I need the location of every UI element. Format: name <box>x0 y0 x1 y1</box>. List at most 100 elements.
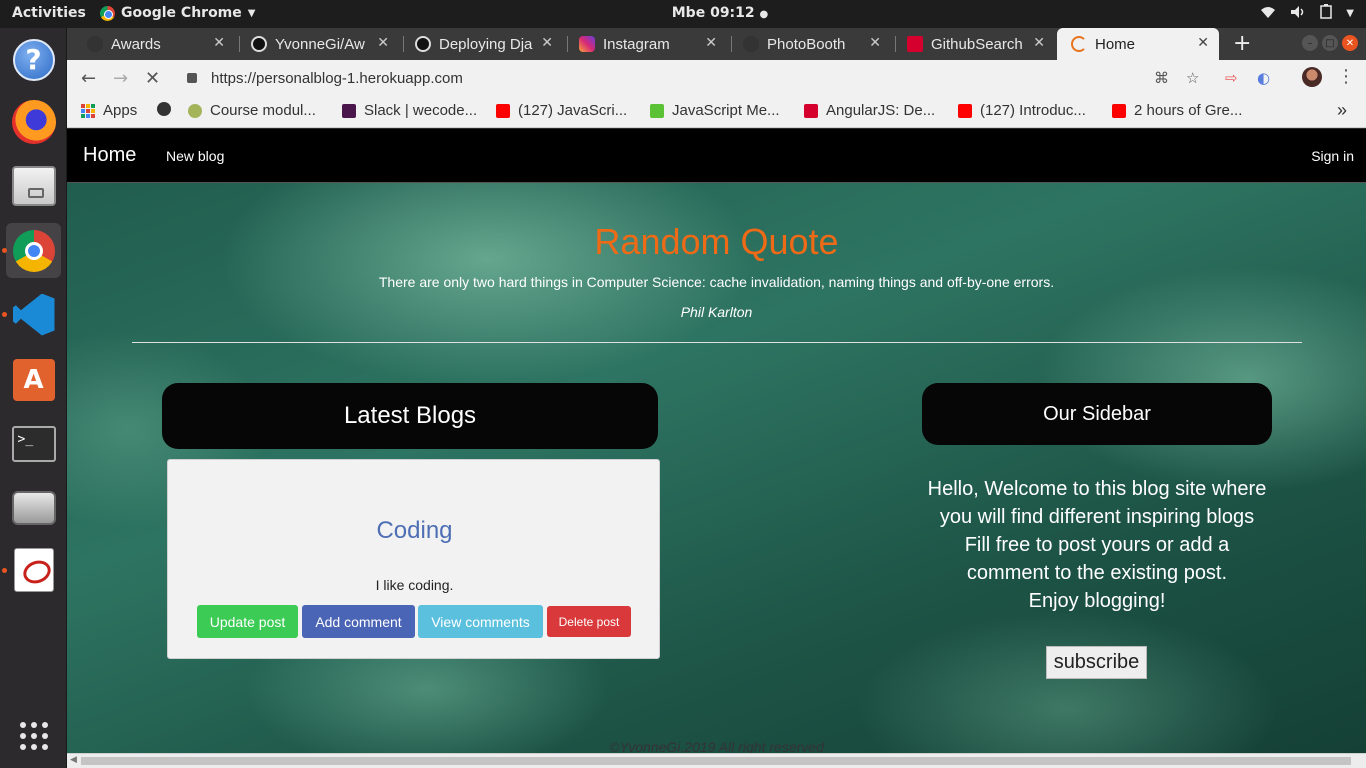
bookmark-angularjs[interactable]: AngularJS: De... <box>804 102 935 119</box>
bookmark-label: JavaScript Me... <box>672 102 780 119</box>
github-icon <box>415 36 431 52</box>
scrollbar-thumb[interactable] <box>81 757 1351 765</box>
stop-loading-icon[interactable]: ✕ <box>145 68 160 89</box>
close-icon[interactable]: ✕ <box>1033 35 1045 51</box>
delete-post-button[interactable]: Delete post <box>547 606 631 637</box>
maximize-icon[interactable]: □ <box>1322 35 1338 51</box>
close-icon[interactable]: ✕ <box>541 35 553 51</box>
bookmark-label: AngularJS: De... <box>826 102 936 119</box>
tab-github-repo[interactable]: YvonneGi/Aw ✕ <box>237 28 399 60</box>
bookmark-youtube-js[interactable]: (127) JavaScri... <box>496 102 627 119</box>
post-body: I like coding. <box>375 577 454 593</box>
tab-title: PhotoBooth <box>767 35 846 53</box>
globe-icon <box>157 102 171 116</box>
wifi-icon[interactable] <box>1260 5 1276 23</box>
menu-kebab-icon[interactable]: ⋮ <box>1337 66 1355 87</box>
sidebar-line: Enjoy blogging! <box>1028 590 1166 612</box>
apps-grid-icon <box>81 103 95 118</box>
site-favicon-icon <box>743 36 759 52</box>
bookmark-label: (127) Introduc... <box>980 102 1086 119</box>
scroll-left-icon[interactable]: ◀ <box>70 754 77 765</box>
site-navbar: Home New blog Sign in <box>67 129 1366 183</box>
close-icon[interactable]: ✕ <box>869 35 881 51</box>
notification-dot-icon: ● <box>759 9 769 20</box>
dock-document-viewer[interactable] <box>6 542 61 597</box>
bookmark-js-methods[interactable]: JavaScript Me... <box>650 102 780 119</box>
bookmark-youtube-intro[interactable]: (127) Introduc... <box>958 102 1086 119</box>
volume-icon[interactable] <box>1290 5 1306 23</box>
nav-new-blog-link[interactable]: New blog <box>166 148 224 164</box>
back-arrow-icon[interactable]: ← <box>81 68 96 89</box>
running-indicator <box>2 312 7 317</box>
sidebar-line: Hello, Welcome to this blog site where <box>927 478 1267 500</box>
bookmark-slack[interactable]: Slack | wecode... <box>342 102 477 119</box>
quote-heading: Random Quote <box>594 221 839 262</box>
files-icon <box>11 165 56 206</box>
scanner-icon <box>11 490 56 525</box>
tab-instagram[interactable]: Instagram ✕ <box>565 28 727 60</box>
sidebar-line: you will find different inspiring blogs <box>939 506 1255 528</box>
bookmark-youtube-hours[interactable]: 2 hours of Gre... <box>1112 102 1242 119</box>
angular-icon <box>804 103 818 118</box>
forward-arrow-icon[interactable]: → <box>113 68 128 89</box>
help-icon: ? <box>12 38 55 81</box>
nav-sign-in-link[interactable]: Sign in <box>1311 148 1354 164</box>
extension-icon[interactable]: ◐ <box>1257 69 1270 87</box>
minimize-icon[interactable]: – <box>1302 35 1318 51</box>
divider <box>132 342 1302 343</box>
close-icon[interactable]: ✕ <box>705 35 717 51</box>
bookmark-label: Course modul... <box>210 102 316 119</box>
battery-icon[interactable] <box>1320 4 1333 23</box>
extension-icon[interactable]: ⇨ <box>1225 69 1238 87</box>
close-icon[interactable]: ✕ <box>213 35 225 51</box>
youtube-icon <box>1112 103 1126 118</box>
tab-title: Instagram <box>603 35 670 53</box>
bookmark-globe[interactable] <box>157 102 171 116</box>
bookmark-star-icon[interactable]: ☆ <box>1186 69 1199 87</box>
vscode-icon <box>12 293 55 336</box>
close-icon[interactable]: ✕ <box>1197 35 1209 51</box>
dock-chrome[interactable] <box>6 223 61 278</box>
address-bar[interactable]: https://personalblog-1.herokuapp.com <box>177 64 1237 92</box>
system-tray[interactable]: ▼ <box>1260 4 1354 23</box>
tab-githubsearch[interactable]: GithubSearch ✕ <box>893 28 1055 60</box>
subscribe-button[interactable]: subscribe <box>1046 646 1147 679</box>
bookmark-apps[interactable]: Apps <box>81 102 137 119</box>
sidebar-heading: Our Sidebar <box>922 383 1272 445</box>
horizontal-scrollbar[interactable]: ◀ <box>67 753 1366 768</box>
view-comments-button[interactable]: View comments <box>418 605 543 638</box>
new-tab-button[interactable]: + <box>1233 31 1251 56</box>
browser-toolbar: ← → ✕ https://personalblog-1.herokuapp.c… <box>67 60 1366 96</box>
window-controls: – □ ✕ <box>1302 35 1358 51</box>
translate-icon[interactable]: ⌘ <box>1154 69 1169 87</box>
clock[interactable]: Mbe 09:12 ● <box>0 5 1366 21</box>
more-bookmarks-button[interactable]: » <box>1337 100 1347 121</box>
github-icon <box>251 36 267 52</box>
sidebar-line: comment to the existing post. <box>966 562 1228 584</box>
profile-avatar[interactable] <box>1302 67 1322 87</box>
tab-photobooth[interactable]: PhotoBooth ✕ <box>729 28 891 60</box>
tab-deploying[interactable]: Deploying Dja ✕ <box>401 28 563 60</box>
dock-terminal[interactable]: >_ <box>6 416 61 471</box>
web-page: Home New blog Sign in Random Quote There… <box>67 129 1366 768</box>
tab-awards[interactable]: Awards ✕ <box>73 28 235 60</box>
dock-software-center[interactable]: A <box>6 352 61 407</box>
close-icon[interactable]: ✕ <box>377 35 389 51</box>
bookmark-course[interactable]: Course modul... <box>188 102 316 119</box>
tab-home[interactable]: Home ✕ <box>1057 28 1219 60</box>
dock-files[interactable] <box>6 158 61 213</box>
url-text: https://personalblog-1.herokuapp.com <box>211 69 463 87</box>
dock-vscode[interactable] <box>6 287 61 342</box>
chevron-down-icon[interactable]: ▼ <box>1346 8 1354 19</box>
add-comment-button[interactable]: Add comment <box>302 605 415 638</box>
update-post-button[interactable]: Update post <box>197 605 298 638</box>
dock-help[interactable]: ? <box>6 32 61 87</box>
close-window-icon[interactable]: ✕ <box>1342 35 1358 51</box>
tab-strip: Awards ✕ YvonneGi/Aw ✕ Deploying Dja ✕ I… <box>67 28 1366 60</box>
dock-firefox[interactable] <box>6 94 61 149</box>
nav-home-link[interactable]: Home <box>83 144 136 167</box>
running-indicator <box>2 568 7 573</box>
bookmarks-bar: Apps Course modul... Slack | wecode... (… <box>67 96 1366 128</box>
show-apps-button[interactable] <box>6 708 61 763</box>
dock-scanner[interactable] <box>6 480 61 535</box>
